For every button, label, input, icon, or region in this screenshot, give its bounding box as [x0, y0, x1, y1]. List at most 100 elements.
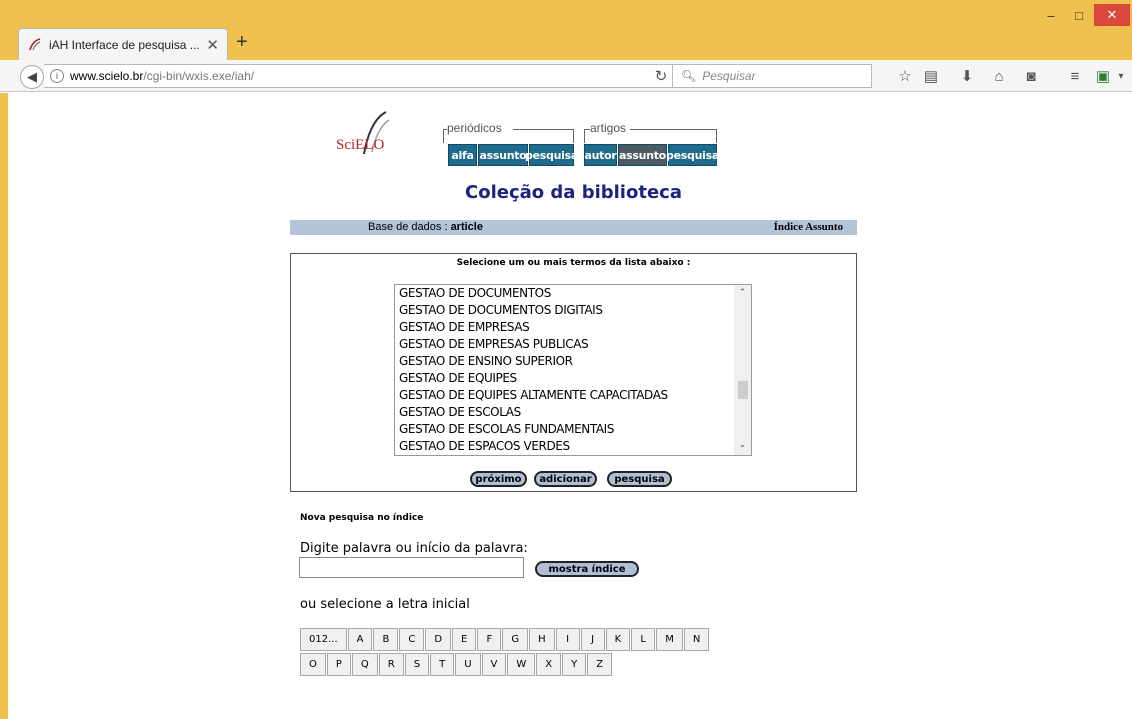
add-button[interactable]: adicionar [534, 471, 597, 487]
url-domain: www.scielo.br [70, 69, 144, 83]
close-window-button[interactable]: ✕ [1094, 4, 1130, 26]
letter-button-012[interactable]: 012... [300, 628, 347, 651]
artigos-assunto-button[interactable]: assunto [618, 144, 667, 166]
word-prompt-label: Digite palavra ou início da palavra: [300, 541, 528, 556]
back-button[interactable]: ◀ [20, 65, 44, 89]
letter-button-h[interactable]: H [529, 628, 555, 651]
artigos-bracket-right [630, 129, 717, 143]
list-item[interactable]: GESTAO DE EQUIPES [395, 370, 735, 387]
scroll-down-icon[interactable]: ⌄ [734, 439, 751, 453]
maximize-button[interactable]: □ [1068, 4, 1090, 26]
scielo-favicon-icon [29, 37, 41, 50]
list-item[interactable]: GESTAO DE DOCUMENTOS [395, 285, 735, 302]
extension-icon[interactable]: ▣ [1092, 65, 1114, 87]
index-label: Índice Assunto [773, 221, 843, 233]
artigos-bracket-left [584, 129, 590, 143]
tab-title: iAH Interface de pesquisa ... [49, 37, 200, 52]
search-icon: 🔍︎ [681, 69, 697, 83]
search-button[interactable]: pesquisa [607, 471, 672, 487]
letter-button-e[interactable]: E [452, 628, 477, 651]
letter-button-x[interactable]: X [536, 653, 562, 676]
database-label: Base de dados : article [368, 221, 483, 233]
letter-button-a[interactable]: A [347, 628, 373, 651]
periodicos-bracket-left [443, 129, 447, 143]
periodicos-bracket-right [513, 129, 574, 143]
menu-icon[interactable]: ≡ [1064, 65, 1086, 87]
new-tab-button[interactable]: + [236, 31, 248, 54]
list-item[interactable]: GESTAO DE DOCUMENTOS DIGITAIS [395, 302, 735, 319]
letter-button-y[interactable]: Y [562, 653, 587, 676]
scroll-up-icon[interactable]: ⌃ [734, 287, 751, 301]
db-label-text: Base de dados : [368, 221, 451, 233]
list-item[interactable]: GESTAO DE ESCOLAS [395, 404, 735, 421]
reload-icon[interactable]: ↻ [650, 65, 672, 87]
scrollbar-thumb[interactable] [738, 381, 748, 399]
show-index-button[interactable]: mostra índice [535, 561, 639, 577]
letter-button-f[interactable]: F [477, 628, 502, 651]
word-search-input[interactable] [299, 557, 524, 578]
letter-button-d[interactable]: D [425, 628, 452, 651]
letter-button-i[interactable]: I [555, 628, 580, 651]
artigos-group-label: artigos [590, 121, 627, 135]
back-arrow-icon: ◀ [27, 69, 37, 84]
letter-button-j[interactable]: J [580, 628, 605, 651]
database-value: article [450, 221, 483, 233]
artigos-autor-button[interactable]: autor [584, 144, 617, 166]
letter-button-t[interactable]: T [430, 653, 455, 676]
letter-button-p[interactable]: P [326, 653, 351, 676]
selection-instruction: Selecione um ou mais termos da lista aba… [456, 258, 691, 268]
letter-button-u[interactable]: U [455, 653, 481, 676]
periodicos-pesquisa-button[interactable]: pesquisa [525, 144, 578, 166]
letter-button-b[interactable]: B [373, 628, 399, 651]
home-icon[interactable]: ⌂ [988, 65, 1010, 87]
scielo-logo-text: SciELO [336, 137, 385, 153]
search-placeholder: Pesquisar [702, 69, 756, 83]
letter-button-o[interactable]: O [300, 653, 326, 676]
pocket-icon[interactable]: ◙ [1020, 65, 1042, 87]
list-item[interactable]: GESTAO DE ENSINO SUPERIOR [395, 353, 735, 370]
letter-buttons: 012... A B C D E F G H I J K L M N O P Q… [300, 628, 710, 678]
letter-row-1: 012... A B C D E F G H I J K L M N [300, 628, 710, 651]
letter-button-z[interactable]: Z [587, 653, 613, 676]
browser-search-input[interactable]: 🔍︎ Pesquisar [672, 64, 872, 88]
letter-button-w[interactable]: W [507, 653, 536, 676]
url-path: /cgi-bin/wxis.exe/iah/ [143, 69, 255, 83]
list-item[interactable]: GESTAO DE ESPACOS VERDES [395, 438, 735, 455]
letter-button-c[interactable]: C [399, 628, 425, 651]
list-item[interactable]: GESTAO DE EQUIPES ALTAMENTE CAPACITADAS [395, 387, 735, 404]
reading-list-icon[interactable]: ▤ [920, 65, 942, 87]
tab-close-icon[interactable]: ✕ [206, 36, 219, 54]
list-item[interactable]: GESTAO DE EMPRESAS [395, 319, 735, 336]
letter-row-2: O P Q R S T U V W X Y Z [300, 653, 710, 676]
page-title: Coleção da biblioteca [465, 182, 682, 203]
term-selection-panel: Selecione um ou mais termos da lista aba… [290, 253, 857, 492]
artigos-pesquisa-button[interactable]: pesquisa [666, 144, 719, 166]
periodicos-group-label: periódicos [447, 121, 502, 135]
list-item[interactable]: GESTAO DE ESCOLAS FUNDAMENTAIS [395, 421, 735, 438]
list-item[interactable]: GESTAO DE EMPRESAS PUBLICAS [395, 336, 735, 353]
minimize-button[interactable]: – [1040, 4, 1062, 26]
letter-button-m[interactable]: M [656, 628, 683, 651]
new-search-heading: Nova pesquisa no índice [300, 513, 424, 523]
letter-button-v[interactable]: V [481, 653, 507, 676]
periodicos-assunto-button[interactable]: assunto [478, 144, 528, 166]
url-bar[interactable]: i www.scielo.br /cgi-bin/wxis.exe/iah/ [44, 64, 700, 88]
site-info-icon[interactable]: i [50, 69, 64, 83]
letter-prompt-label: ou selecione a letra inicial [300, 597, 470, 612]
download-icon[interactable]: ⬇ [956, 65, 978, 87]
next-button[interactable]: próximo [470, 471, 527, 487]
browser-tab[interactable]: iAH Interface de pesquisa ... ✕ [18, 28, 228, 60]
letter-button-k[interactable]: K [605, 628, 631, 651]
letter-button-l[interactable]: L [631, 628, 656, 651]
bookmark-star-icon[interactable]: ☆ [894, 65, 916, 87]
extension-dropdown-icon[interactable]: ▾ [1114, 65, 1128, 87]
listbox-scrollbar[interactable]: ⌃ ⌄ [734, 285, 751, 455]
letter-button-s[interactable]: S [404, 653, 430, 676]
letter-button-n[interactable]: N [683, 628, 710, 651]
term-listbox[interactable]: GESTAO DE DOCUMENTOS GESTAO DE DOCUMENTO… [394, 284, 752, 456]
left-edge-strip [0, 93, 8, 719]
letter-button-q[interactable]: Q [351, 653, 378, 676]
letter-button-g[interactable]: G [502, 628, 529, 651]
periodicos-alfa-button[interactable]: alfa [448, 144, 477, 166]
letter-button-r[interactable]: R [378, 653, 404, 676]
